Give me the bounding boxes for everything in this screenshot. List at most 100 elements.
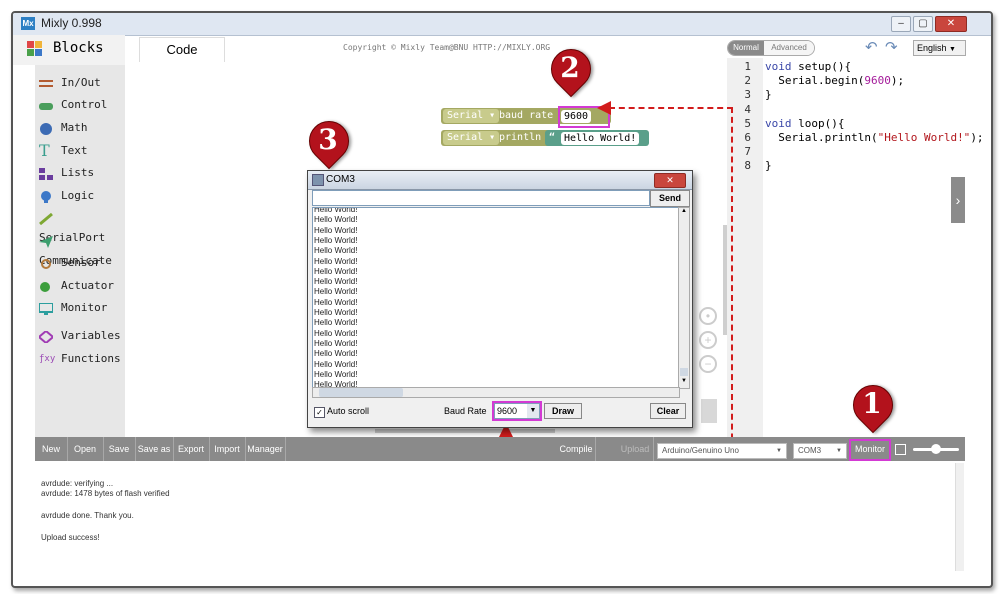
sidebar-item-functions[interactable]: ƒxy Functions xyxy=(39,349,125,369)
functions-icon: ƒxy xyxy=(39,354,56,364)
mode-advanced-button[interactable]: Advanced xyxy=(764,41,814,55)
close-icon[interactable]: ✕ xyxy=(935,16,967,32)
sidebar-item-monitor[interactable]: Monitor xyxy=(38,298,125,318)
sidebar-item-control[interactable]: Control xyxy=(39,95,125,115)
port-select[interactable]: COM3 ▼ xyxy=(793,443,847,459)
text-string-block[interactable]: “ Hello World! xyxy=(545,130,649,146)
sidebar-item-lists[interactable]: Lists xyxy=(39,163,125,183)
code-line: Serial.println("Hello World!"); xyxy=(765,131,984,144)
println-label: println xyxy=(499,132,542,143)
sidebar-item-communicate[interactable]: Communicate xyxy=(39,231,125,267)
java-app-icon xyxy=(312,174,324,186)
auto-scroll-checkbox[interactable]: ✓ xyxy=(314,407,325,418)
toolbar-export-button[interactable]: Export xyxy=(173,437,210,461)
auto-scroll-label: Auto scroll xyxy=(327,406,370,416)
serial-output: Hello World! Hello World! Hello World! Hell… xyxy=(312,207,680,389)
text-icon: T xyxy=(39,141,50,160)
sidebar-item-label: Text xyxy=(61,144,88,157)
output-vscroll[interactable]: ▲ ▼ xyxy=(678,207,690,389)
tab-code[interactable]: Code xyxy=(139,37,225,62)
mode-normal-button[interactable]: Normal xyxy=(728,41,764,55)
send-button[interactable]: Send xyxy=(650,190,690,207)
serial-monitor-controls: ✓ Auto scroll Baud Rate 9600 ▼ Draw Clea… xyxy=(308,399,692,427)
baud-rate-label: baud rate xyxy=(499,110,554,121)
sidebar-item-math[interactable]: Math xyxy=(39,118,125,138)
panel-toggle-icon[interactable]: › xyxy=(951,177,965,223)
zoom-out-icon[interactable]: − xyxy=(699,355,717,373)
workspace-hscroll[interactable] xyxy=(375,429,555,433)
globe-icon xyxy=(39,122,53,135)
block-category-sidebar: In/Out Control Math T Text Lists Logic Se… xyxy=(35,65,125,437)
sidebar-item-logic[interactable]: Logic xyxy=(39,186,125,206)
output-line: Hello World! xyxy=(314,207,358,214)
minimize-icon[interactable]: – xyxy=(891,16,911,32)
title-bar xyxy=(13,13,991,36)
slider-handle[interactable] xyxy=(931,444,941,454)
pen-icon xyxy=(39,212,53,226)
console-vscroll[interactable] xyxy=(955,463,964,571)
output-hscroll[interactable] xyxy=(312,387,680,398)
output-line: Hello World! xyxy=(314,277,358,287)
toolbar-save-as-button[interactable]: Save as xyxy=(135,437,174,461)
sidebar-item-label: Functions xyxy=(61,352,121,365)
console-output: avrdude: verifying ... avrdude: 1478 byte… xyxy=(35,461,965,574)
draw-button[interactable]: Draw xyxy=(544,403,582,419)
variables-icon xyxy=(37,329,55,345)
maximize-icon[interactable]: ▢ xyxy=(913,16,933,32)
clear-button[interactable]: Clear xyxy=(650,403,686,419)
scroll-down-icon[interactable]: ▼ xyxy=(679,378,689,386)
close-icon[interactable]: ✕ xyxy=(654,173,686,188)
sidebar-item-label: In/Out xyxy=(61,76,101,89)
scroll-up-icon[interactable]: ▲ xyxy=(679,208,689,216)
serial-println-block[interactable]: Serial ▾ println xyxy=(441,130,551,146)
serial-monitor-title: COM3 xyxy=(326,174,355,185)
language-value: English xyxy=(917,43,947,53)
upload-button[interactable]: Upload xyxy=(617,437,654,461)
output-line: Hello World! xyxy=(314,338,358,348)
toolbar-manager-button[interactable]: Manager xyxy=(245,437,286,461)
recenter-icon[interactable]: • xyxy=(699,307,717,325)
console-line: avrdude: 1478 bytes of flash verified xyxy=(41,489,170,498)
blocks-title: Blocks xyxy=(53,40,104,56)
hscroll-thumb[interactable] xyxy=(319,388,403,397)
redo-icon[interactable]: ↷ xyxy=(885,38,898,56)
toolbar-new-button[interactable]: New xyxy=(35,437,68,461)
sidebar-item-label: Math xyxy=(61,121,88,134)
scroll-thumb[interactable] xyxy=(680,368,688,376)
annotation-1-label: 1 xyxy=(862,387,882,420)
toolbar-open-button[interactable]: Open xyxy=(67,437,104,461)
toolbar-save-button[interactable]: Save xyxy=(103,437,136,461)
toolbar-import-button[interactable]: Import xyxy=(209,437,246,461)
output-line: Hello World! xyxy=(314,318,358,328)
sidebar-item-inout[interactable]: In/Out xyxy=(39,73,125,93)
output-line: Hello World! xyxy=(314,349,358,359)
line-number: 2 xyxy=(744,74,751,88)
undo-icon[interactable]: ↶ xyxy=(865,38,878,56)
sidebar-item-label: Logic xyxy=(61,189,95,202)
language-select[interactable]: English ▼ xyxy=(913,40,966,56)
string-field[interactable]: Hello World! xyxy=(561,132,640,145)
board-select[interactable]: Arduino/Genuino Uno ▼ xyxy=(657,443,787,459)
sidebar-item-text[interactable]: T Text xyxy=(39,141,125,161)
mode-switch[interactable]: Normal Advanced xyxy=(727,40,815,56)
send-input[interactable] xyxy=(312,190,650,206)
sidebar-item-actuator[interactable]: Actuator xyxy=(39,276,125,296)
compile-button[interactable]: Compile xyxy=(557,437,596,461)
line-number: 6 xyxy=(744,131,751,144)
serial-select[interactable]: Serial ▾ xyxy=(443,131,500,145)
quote-icon: “ xyxy=(549,132,556,143)
output-line: Hello World! xyxy=(314,287,358,297)
code-line: } xyxy=(765,88,772,102)
trash-icon[interactable] xyxy=(701,399,717,423)
code-line: void setup(){ xyxy=(765,60,852,73)
sidebar-item-serialport[interactable]: SerialPort xyxy=(39,208,125,244)
serial-select[interactable]: Serial ▾ xyxy=(443,109,500,123)
blocks-logo-icon xyxy=(27,41,43,57)
output-line: Hello World! xyxy=(314,297,358,307)
output-line: Hello World! xyxy=(314,369,358,379)
line-number: 4 xyxy=(744,102,751,116)
monitor-icon xyxy=(38,302,54,315)
sidebar-item-sensor[interactable]: Sensor xyxy=(39,253,125,273)
zoom-in-icon[interactable]: + xyxy=(699,331,717,349)
sidebar-item-variables[interactable]: Variables xyxy=(37,326,125,346)
